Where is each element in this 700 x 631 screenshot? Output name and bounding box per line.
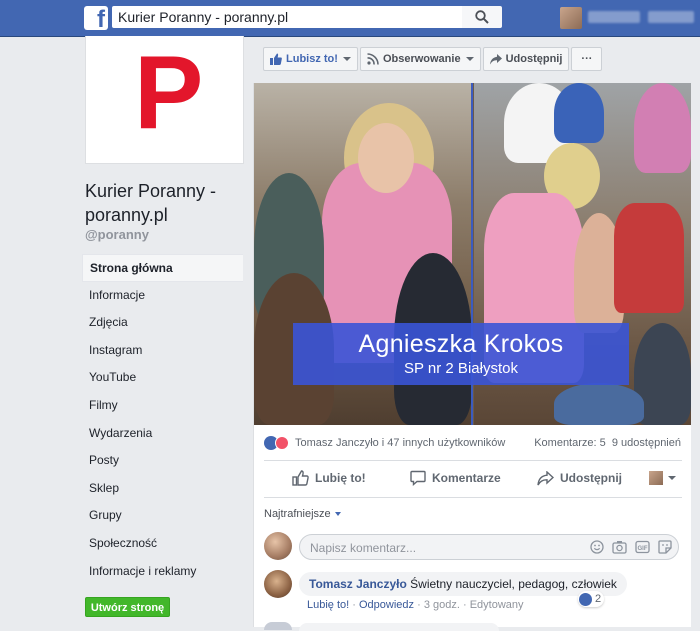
chevron-down-icon — [342, 57, 351, 61]
page-logo: P — [134, 35, 204, 151]
post-share-button[interactable]: Udostępnij — [537, 463, 622, 493]
comment-share-counts: Komentarze: 5 9 udostępnień — [534, 437, 681, 449]
post-share-label: Udostępnij — [560, 471, 622, 485]
post-action-bar: Lubię to! Komentarze Udostępnij — [264, 463, 682, 493]
next-commenter-avatar — [264, 622, 292, 630]
photo-figure — [554, 383, 644, 425]
divider — [264, 460, 682, 461]
page-title[interactable]: Kurier Poranny - poranny.pl — [85, 179, 245, 227]
current-user-avatar[interactable] — [264, 532, 292, 560]
sidebar-item-community[interactable]: Społeczność — [82, 530, 243, 558]
share-arrow-outline-icon — [537, 470, 554, 485]
user-name-blurred[interactable] — [588, 11, 640, 23]
search-input[interactable]: Kurier Poranny - poranny.pl — [112, 6, 462, 28]
next-comment-bubble — [299, 623, 499, 631]
home-link-blurred[interactable] — [648, 11, 694, 23]
post-card: Agnieszka Krokos SP nr 2 Białystok Tomas… — [253, 83, 691, 631]
sticker-icon[interactable] — [658, 540, 672, 554]
share-arrow-icon — [489, 53, 502, 64]
sidebar-item-youtube[interactable]: YouTube — [82, 364, 243, 392]
photo-figure — [554, 83, 604, 143]
user-avatar[interactable] — [560, 7, 582, 29]
sidebar-item-posts[interactable]: Posty — [82, 447, 243, 475]
comment-placeholder: Napisz komentarz... — [310, 541, 417, 555]
photo-figure — [358, 123, 414, 193]
post-as-selector[interactable] — [649, 463, 676, 493]
love-reaction-icon[interactable] — [275, 436, 289, 450]
search-icon — [475, 10, 489, 24]
caption-name: Agnieszka Krokos — [358, 330, 564, 358]
gif-icon[interactable]: GIF — [635, 540, 650, 554]
divider — [264, 497, 682, 498]
chevron-down-icon — [668, 476, 676, 480]
comment-sort-dropdown[interactable]: Najtrafniejsze — [264, 508, 341, 520]
svg-text:GIF: GIF — [638, 546, 648, 552]
post-comment-label: Komentarze — [432, 471, 501, 485]
thumbs-up-icon — [270, 53, 282, 65]
emoji-icon[interactable] — [590, 540, 604, 554]
page-navigation: Strona główna Informacje Zdjęcia Instagr… — [82, 254, 243, 585]
photo-figure — [614, 203, 684, 313]
comment-reply-link[interactable]: Odpowiedz — [359, 599, 414, 611]
thumbs-up-outline-icon — [292, 470, 309, 486]
sidebar-item-home[interactable]: Strona główna — [82, 254, 243, 282]
post-like-label: Lubię to! — [315, 471, 366, 485]
sort-label: Najtrafniejsze — [264, 508, 331, 520]
page-action-bar: Lubisz to! Obserwowanie Udostępnij ··· — [263, 47, 604, 71]
facebook-logo-icon[interactable]: f — [84, 6, 108, 32]
create-page-button[interactable]: Utwórz stronę — [85, 597, 170, 617]
sidebar-item-instagram[interactable]: Instagram — [82, 337, 243, 365]
comment-edited: Edytowany — [469, 599, 524, 611]
sidebar-item-videos[interactable]: Filmy — [82, 392, 243, 420]
more-icon: ··· — [581, 53, 593, 65]
sidebar-item-events[interactable]: Wydarzenia — [82, 420, 243, 448]
selector-avatar — [649, 471, 663, 485]
comment-author[interactable]: Tomasz Janczyło — [309, 577, 407, 591]
comment-like-link[interactable]: Lubię to! — [307, 599, 349, 611]
follow-button[interactable]: Obserwowanie — [359, 47, 481, 71]
follow-label: Obserwowanie — [382, 53, 461, 65]
page-share-button[interactable]: Udostępnij — [482, 47, 570, 71]
post-stats: Tomasz Janczyło i 47 innych użytkowników… — [264, 436, 684, 452]
chevron-down-icon — [465, 57, 474, 61]
sidebar-item-photos[interactable]: Zdjęcia — [82, 309, 243, 337]
page-like-button[interactable]: Lubisz to! — [263, 47, 358, 71]
sidebar-item-groups[interactable]: Grupy — [82, 502, 243, 530]
search-value: Kurier Poranny - poranny.pl — [118, 9, 289, 25]
comment-reactions[interactable]: 2 — [578, 591, 605, 607]
comment-meta: Lubię to! · Odpowiedz · 3 godz. · Edytow… — [307, 599, 524, 611]
rss-icon — [367, 53, 379, 65]
comment-bubble-icon — [410, 470, 426, 486]
photo-figure — [634, 83, 691, 173]
page-profile-picture[interactable]: P — [85, 36, 244, 164]
comment-bubble: Tomasz Janczyło Świetny nauczyciel, peda… — [299, 572, 627, 596]
post-photo[interactable]: Agnieszka Krokos SP nr 2 Białystok — [254, 83, 691, 425]
search-button[interactable] — [462, 6, 502, 28]
reactions-summary[interactable]: Tomasz Janczyło i 47 innych użytkowników — [295, 437, 505, 449]
top-bar: f Kurier Poranny - poranny.pl — [0, 0, 700, 37]
sidebar-item-info-ads[interactable]: Informacje i reklamy — [82, 558, 243, 586]
page-like-label: Lubisz to! — [286, 53, 338, 65]
comment-tools: GIF — [590, 540, 672, 554]
comment-text: Świetny nauczyciel, pedagog, człowiek — [410, 577, 617, 591]
post-like-button[interactable]: Lubię to! — [292, 463, 366, 493]
chevron-down-icon — [334, 512, 341, 517]
comment-time[interactable]: 3 godz. — [424, 599, 460, 611]
sidebar-item-about[interactable]: Informacje — [82, 282, 243, 310]
camera-icon[interactable] — [612, 540, 627, 554]
comment-reaction-count: 2 — [595, 593, 602, 605]
commenter-avatar[interactable] — [264, 570, 292, 598]
like-reaction-icon — [579, 592, 592, 606]
caption-school: SP nr 2 Białystok — [404, 360, 518, 377]
comments-count[interactable]: Komentarze: 5 — [534, 437, 606, 449]
more-options-button[interactable]: ··· — [571, 47, 603, 71]
page-handle[interactable]: @poranny — [85, 227, 149, 242]
photo-caption: Agnieszka Krokos SP nr 2 Białystok — [293, 323, 629, 385]
post-comment-button[interactable]: Komentarze — [410, 463, 501, 493]
shares-count[interactable]: 9 udostępnień — [612, 437, 681, 449]
sidebar-item-shop[interactable]: Sklep — [82, 475, 243, 503]
page-share-label: Udostępnij — [505, 53, 563, 65]
comment-input[interactable]: Napisz komentarz... GIF — [299, 534, 679, 560]
